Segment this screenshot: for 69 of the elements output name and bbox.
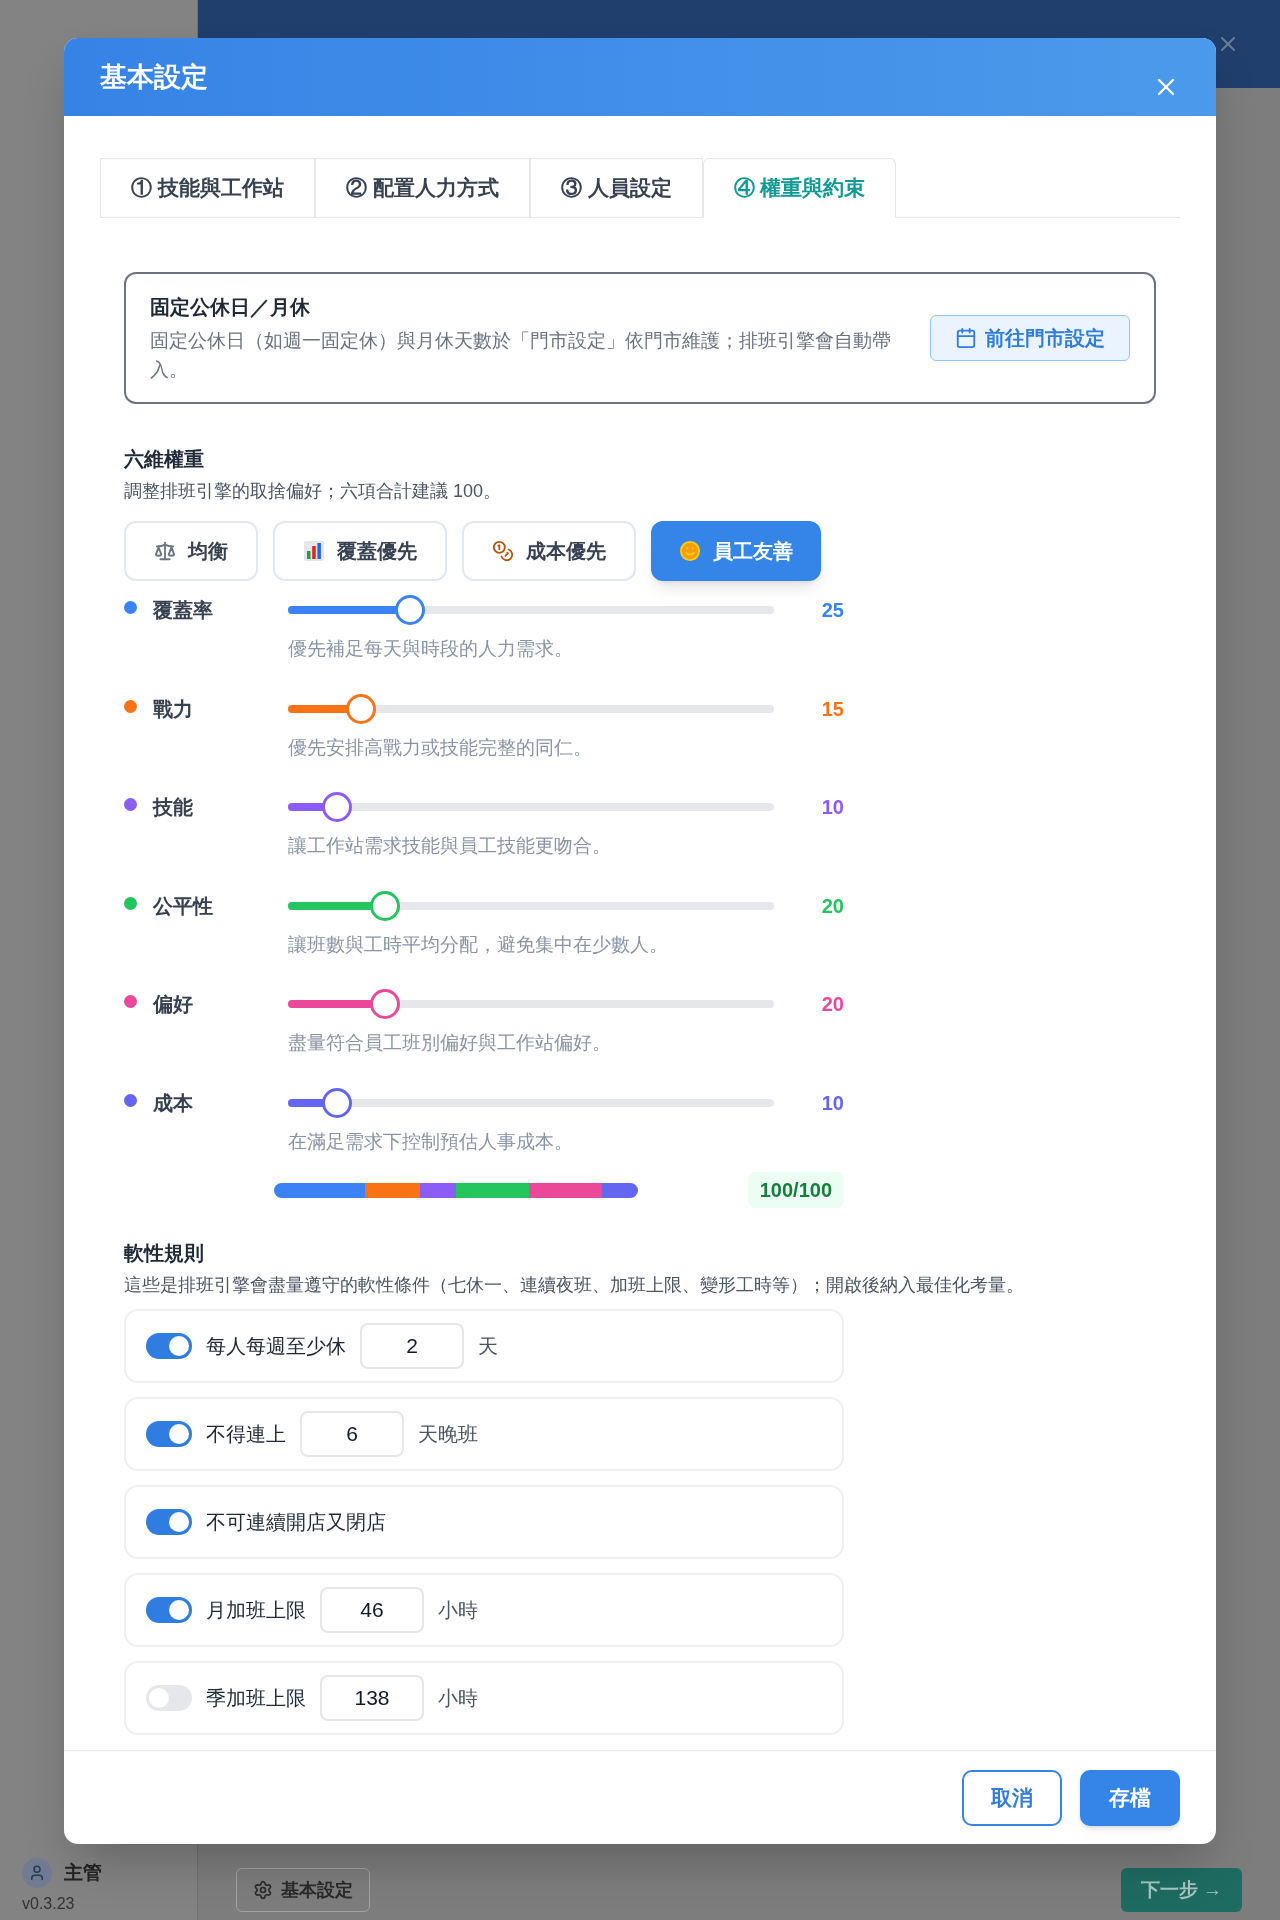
weight-value: 10	[820, 795, 844, 820]
smiley-icon	[679, 540, 701, 562]
tab[interactable]: ① 技能與工作站	[100, 158, 315, 218]
preset-button[interactable]: 覆蓋優先	[273, 521, 447, 581]
input-field[interactable]: 46	[320, 1587, 424, 1633]
weight-description: 讓班數與工時平均分配，避免集中在少數人。	[288, 932, 669, 957]
weight-description: 在滿足需求下控制預估人事成本。	[288, 1129, 574, 1154]
slider-thumb[interactable]	[394, 595, 425, 625]
unit-label: 天晚班	[418, 1422, 478, 1447]
preset-button[interactable]: 員工友善	[651, 521, 821, 581]
calendar-icon	[955, 327, 977, 349]
preset-button[interactable]: 成本優先	[462, 521, 636, 581]
version-label: v0.3.23	[22, 1894, 76, 1914]
unit-label: 小時	[438, 1598, 478, 1623]
toggle-switch[interactable]	[146, 1509, 192, 1535]
toggle-switch[interactable]	[146, 1333, 192, 1359]
tab[interactable]: ② 配置人力方式	[314, 158, 530, 218]
tab[interactable]: ③ 人員設定	[529, 158, 703, 218]
weight-label: 戰力	[153, 696, 193, 722]
rule-label: 不可連續開店又閉店	[206, 1510, 386, 1535]
preset-button[interactable]: 均衡	[124, 521, 258, 581]
weight-label: 技能	[153, 795, 193, 820]
toggle-switch[interactable]	[146, 1421, 192, 1447]
section-title: 軟性規則	[124, 1241, 205, 1266]
toggle-switch[interactable]	[146, 1685, 192, 1711]
notice-text: 固定公休日（如週一固定休）與月休天數於「門市設定」依門市維護；排班引擎會自動帶入。	[150, 329, 892, 382]
slider-thumb[interactable]	[321, 1087, 352, 1118]
slider-thumb[interactable]	[370, 890, 401, 921]
rule-label: 不得連上	[206, 1422, 286, 1447]
weight-value: 25	[820, 598, 844, 623]
store-settings-button[interactable]: 前往門市設定	[930, 315, 1130, 361]
weight-description: 讓工作站需求技能與員工技能更吻合。	[288, 834, 612, 858]
weight-description: 優先安排高戰力或技能完整的同仁。	[288, 735, 593, 760]
unit-label: 小時	[438, 1686, 478, 1711]
weight-value: 20	[820, 992, 844, 1017]
section-description: 這些是排班引擎會盡量遵守的軟性條件（七休一、連續夜班、加班上限、變形工時等）；開啟後納入最佳化考量。	[124, 1274, 1025, 1297]
weight-value: 15	[820, 696, 844, 722]
section-description: 調整排班引擎的取捨偏好；六項合計建議 100。	[124, 480, 503, 503]
notice-title: 固定公休日／月休	[150, 295, 311, 320]
save-button[interactable]: 存檔	[1080, 1769, 1180, 1826]
weight-label: 公平性	[153, 893, 213, 919]
input-field[interactable]: 6	[300, 1411, 404, 1457]
user-avatar-icon	[22, 1858, 52, 1888]
dialog-title: 基本設定	[100, 60, 208, 94]
weight-label: 偏好	[153, 992, 193, 1017]
gear-icon	[253, 1880, 273, 1900]
weight-value: 20	[820, 893, 844, 919]
coins-icon	[492, 540, 514, 562]
input-field[interactable]: 2	[360, 1323, 464, 1369]
weight-description: 盡量符合員工班別偏好與工作站偏好。	[288, 1031, 612, 1055]
section-title: 六維權重	[124, 447, 205, 472]
weight-value: 10	[820, 1090, 844, 1116]
rule-label: 月加班上限	[206, 1598, 306, 1623]
rule-label: 每人每週至少休	[206, 1334, 346, 1359]
cancel-button[interactable]: 取消	[962, 1769, 1062, 1826]
rule-label: 季加班上限	[206, 1686, 306, 1711]
unit-label: 天	[478, 1334, 498, 1359]
slider-thumb[interactable]	[370, 989, 401, 1019]
input-field[interactable]: 138	[320, 1675, 424, 1721]
weight-description: 優先補足每天與時段的人力需求。	[288, 637, 574, 661]
slider-thumb[interactable]	[345, 693, 376, 724]
user-name: 主管	[64, 1860, 102, 1885]
weight-label: 覆蓋率	[153, 598, 213, 623]
toggle-switch[interactable]	[146, 1597, 192, 1623]
bar-chart-icon	[303, 540, 325, 562]
slider-thumb[interactable]	[321, 792, 352, 822]
total-badge: 100/100	[747, 1172, 844, 1208]
weight-label: 成本	[153, 1090, 193, 1116]
scale-icon	[154, 540, 176, 562]
